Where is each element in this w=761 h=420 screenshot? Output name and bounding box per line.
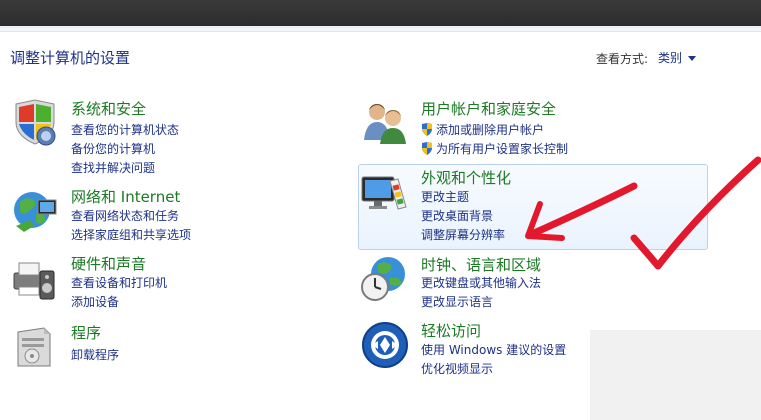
link-find-fix-problems[interactable]: 查找并解决问题 (71, 159, 155, 176)
view-by-value: 类别 (658, 51, 683, 65)
category-title[interactable]: 程序 (71, 322, 101, 343)
link-add-remove-user-accounts[interactable]: 添加或删除用户帐户 (421, 121, 544, 138)
link-change-desktop-background[interactable]: 更改桌面背景 (421, 207, 493, 224)
category-clock-language-region: 时钟、语言和区域 更改键盘或其他输入法 更改显示语言 (360, 254, 690, 312)
category-title[interactable]: 时钟、语言和区域 (421, 254, 541, 275)
view-by-label: 查看方式: (596, 52, 649, 66)
category-programs: 程序 卸载程序 (10, 322, 310, 372)
category-user-accounts: 用户帐户和家庭安全 添加或删除用户帐户 为所有用户设置家长控制 (360, 98, 690, 158)
link-backup-computer[interactable]: 备份您的计算机 (71, 140, 155, 157)
category-hardware-sound: 硬件和声音 查看设备和打印机 添加设备 (10, 253, 310, 309)
link-view-computer-status[interactable]: 查看您的计算机状态 (71, 121, 179, 138)
link-optimize-video-display[interactable]: 优化视频显示 (421, 360, 493, 377)
link-parental-controls[interactable]: 为所有用户设置家长控制 (421, 140, 568, 157)
window-top-bar (0, 0, 761, 26)
category-network-internet: 网络和 Internet 查看网络状态和任务 选择家庭组和共享选项 (10, 186, 310, 242)
link-devices-printers[interactable]: 查看设备和打印机 (71, 274, 167, 291)
link-uninstall-program[interactable]: 卸载程序 (71, 346, 119, 363)
printer-icon (13, 262, 55, 300)
address-strip (0, 26, 761, 32)
link-label: 添加或删除用户帐户 (436, 123, 545, 137)
category-appearance-personalization: 外观和个性化 更改主题 更改桌面背景 调整屏幕分辨率 (360, 167, 690, 245)
link-windows-suggested-settings[interactable]: 使用 Windows 建议的设置 (421, 341, 566, 358)
view-by-dropdown[interactable]: 类别 (658, 49, 697, 66)
chevron-down-icon (688, 56, 697, 61)
link-change-input-methods[interactable]: 更改键盘或其他输入法 (421, 274, 541, 291)
uac-shield-icon (422, 142, 432, 155)
category-title[interactable]: 轻松访问 (421, 320, 481, 341)
link-view-network-status[interactable]: 查看网络状态和任务 (71, 207, 179, 224)
programs-box-icon (17, 327, 51, 367)
category-title[interactable]: 用户帐户和家庭安全 (421, 98, 556, 119)
link-change-theme[interactable]: 更改主题 (421, 188, 469, 205)
link-adjust-screen-resolution[interactable]: 调整屏幕分辨率 (421, 226, 505, 243)
ease-of-access-icon (362, 322, 408, 368)
users-icon (364, 104, 406, 144)
link-change-display-language[interactable]: 更改显示语言 (421, 293, 493, 310)
link-homegroup-sharing[interactable]: 选择家庭组和共享选项 (71, 226, 191, 243)
network-globe-icon (14, 192, 57, 232)
category-title[interactable]: 硬件和声音 (71, 253, 146, 274)
page-title: 调整计算机的设置 (10, 49, 131, 67)
category-system-security: 系统和安全 查看您的计算机状态 备份您的计算机 查找并解决问题 (10, 98, 310, 178)
category-title[interactable]: 网络和 Internet (71, 186, 180, 207)
link-label: 为所有用户设置家长控制 (436, 142, 569, 156)
link-add-device[interactable]: 添加设备 (71, 293, 119, 310)
clock-globe-icon (361, 257, 405, 301)
uac-shield-icon (422, 123, 432, 136)
category-title[interactable]: 系统和安全 (71, 98, 146, 119)
appearance-monitor-icon (361, 176, 407, 210)
category-title[interactable]: 外观和个性化 (421, 167, 511, 188)
security-shield-icon (15, 99, 56, 146)
blurred-area (590, 330, 761, 420)
